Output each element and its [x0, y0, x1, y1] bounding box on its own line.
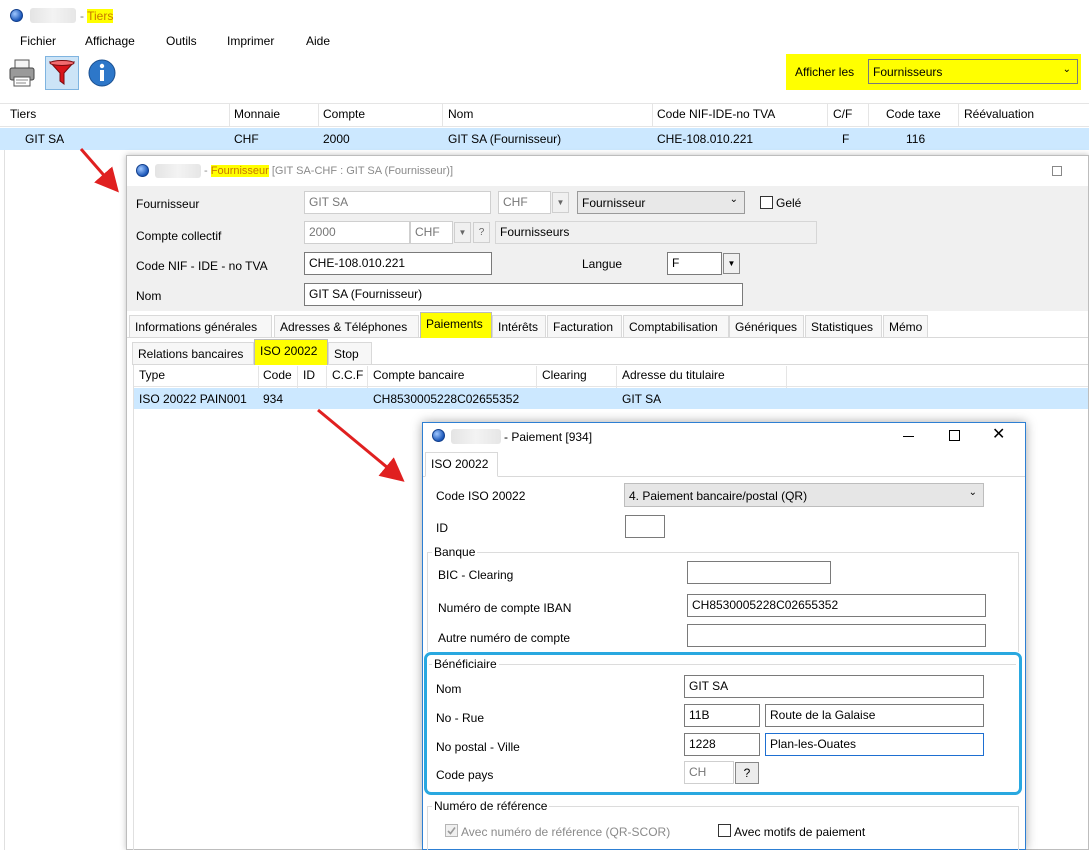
annotation-arrow — [79, 148, 405, 482]
